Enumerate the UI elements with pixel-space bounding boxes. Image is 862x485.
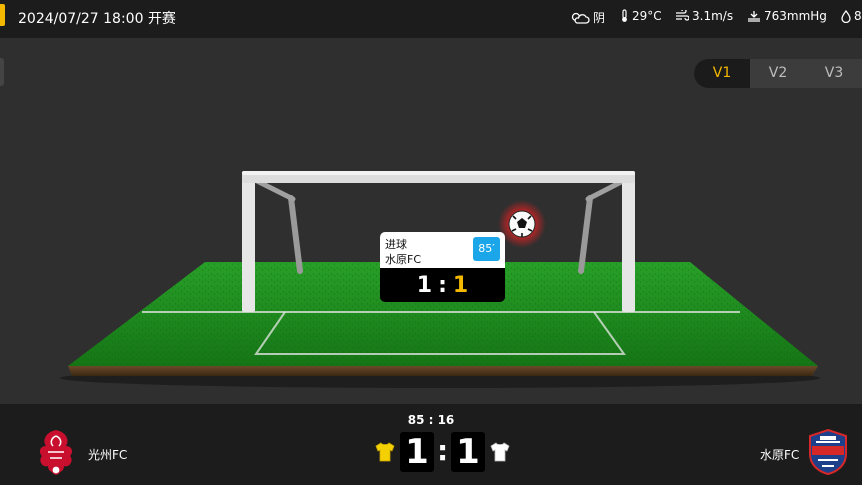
event-type: 进球 xyxy=(385,238,407,251)
goal-event-header: 进球 水原FC 85′ xyxy=(380,232,505,268)
score-separator: : xyxy=(437,434,449,467)
home-team-logo[interactable] xyxy=(36,426,76,478)
humidity: 82 xyxy=(841,9,862,23)
away-score: 1 xyxy=(451,432,485,472)
match-datetime: 2024/07/27 18:00 开赛 xyxy=(18,11,176,27)
match-clock: 85 : 16 xyxy=(407,413,455,427)
goal-event-card: 进球 水原FC 85′ 1 : 1 xyxy=(380,232,505,302)
pressure-icon xyxy=(748,11,760,22)
wind-speed-label: 3.1m/s xyxy=(692,9,734,23)
away-jersey-icon xyxy=(490,442,510,462)
event-team: 水原FC xyxy=(385,253,422,266)
wind-icon xyxy=(676,10,689,21)
wind-speed: 3.1m/s xyxy=(675,9,733,23)
pitch-edge xyxy=(68,366,818,376)
weather-condition: 阴 xyxy=(570,9,605,26)
goal-crossbar-highlight xyxy=(242,171,635,175)
cloudy-sun-icon xyxy=(571,12,590,24)
away-team-logo[interactable] xyxy=(806,428,850,476)
home-team-name: 光州FC xyxy=(88,448,128,462)
top-bar: 2024/07/27 18:00 开赛 阴 29°C 3.1m/s 763mmH… xyxy=(0,0,862,38)
goal-back-post-left xyxy=(288,195,303,274)
temperature: 29°C xyxy=(620,9,662,23)
goal-post-right xyxy=(622,172,635,312)
event-away-score: 1 xyxy=(452,272,469,298)
accent-marker xyxy=(0,4,5,26)
droplet-icon xyxy=(841,9,851,23)
scoreboard: 85 : 16 光州FC 1 : 1 水原FC xyxy=(0,404,862,485)
event-home-score: 1 xyxy=(416,272,433,298)
football-icon xyxy=(508,210,536,238)
thermometer-icon xyxy=(622,9,627,22)
weather-condition-label: 阴 xyxy=(593,11,606,25)
match-visualization: V1 V2 V3 进球 水原FC 85′ 1: 1 xyxy=(0,38,862,404)
home-score: 1 xyxy=(400,432,434,472)
home-jersey-icon xyxy=(375,442,395,462)
air-pressure-label: 763mmHg xyxy=(764,9,827,23)
pitch-scene xyxy=(60,171,820,388)
event-score-separator: : xyxy=(438,272,447,298)
temperature-label: 29°C xyxy=(632,9,662,23)
humidity-label: 82 xyxy=(854,9,862,23)
air-pressure: 763mmHg xyxy=(747,9,827,23)
goal-post-left xyxy=(242,172,255,312)
away-team-name: 水原FC xyxy=(760,448,800,462)
event-minute-badge: 85′ xyxy=(473,237,500,261)
goal-back-post-right xyxy=(578,195,593,274)
event-score: 1 : 1 xyxy=(380,268,505,302)
